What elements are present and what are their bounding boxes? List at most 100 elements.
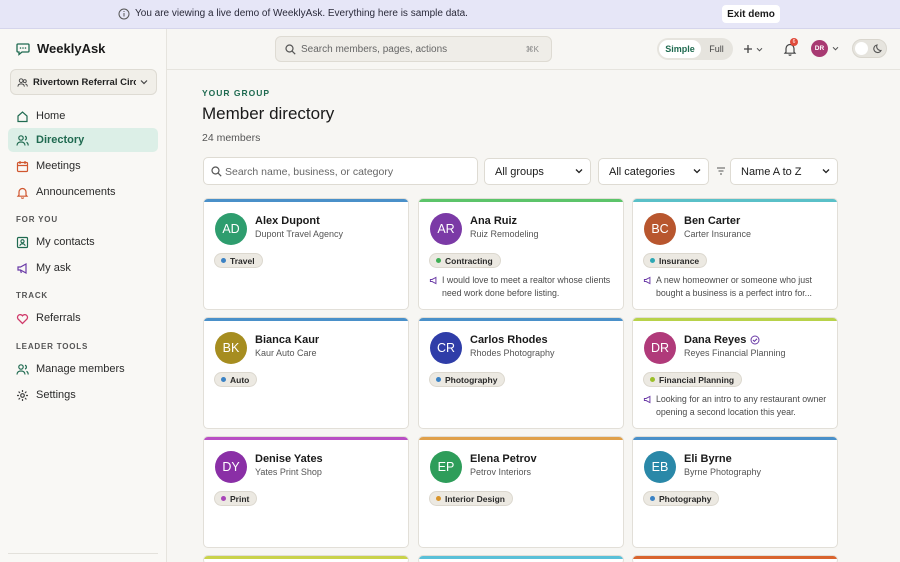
member-name[interactable]: Elena Petrov: [470, 453, 537, 465]
member-name[interactable]: Denise Yates: [255, 453, 323, 465]
avatar: AR: [430, 213, 462, 245]
member-card-partial[interactable]: [632, 555, 838, 562]
member-name[interactable]: Dana Reyes: [684, 334, 760, 346]
group-filter-select[interactable]: All groups: [484, 158, 591, 185]
category-tag[interactable]: Interior Design: [429, 491, 513, 506]
member-card[interactable]: AD Alex Dupont Dupont Travel Agency Travel: [203, 198, 409, 310]
info-icon: [118, 8, 130, 20]
card-stripe: [633, 437, 837, 440]
sort-select[interactable]: Name A to Z: [730, 158, 838, 185]
theme-toggle[interactable]: [852, 39, 887, 58]
search-shortcut: ⌘K: [525, 45, 539, 54]
megaphone-icon: [643, 276, 651, 285]
category-label: Auto: [230, 374, 250, 385]
card-stripe: [204, 318, 408, 321]
member-name-text: Bianca Kaur: [255, 334, 320, 346]
sidebar-item-settings[interactable]: Settings: [8, 383, 158, 407]
category-tag[interactable]: Financial Planning: [643, 372, 743, 387]
member-name[interactable]: Alex Dupont: [255, 215, 320, 227]
card-stripe: [204, 437, 408, 440]
member-card[interactable]: CR Carlos Rhodes Rhodes Photography Photogr…: [418, 317, 624, 429]
category-filter-select[interactable]: All categories: [598, 158, 709, 185]
people-icon: [16, 134, 29, 147]
app-name: WeeklyAsk: [37, 41, 106, 56]
sidebar-item-label: Referrals: [36, 312, 81, 324]
avatar: EP: [430, 451, 462, 483]
member-count: 24 members: [202, 132, 261, 144]
mode-simple-button[interactable]: Simple: [659, 40, 701, 58]
member-business: Reyes Financial Planning: [684, 348, 786, 358]
add-button[interactable]: [743, 41, 767, 57]
group-filter-value: All groups: [495, 165, 544, 178]
theme-toggle-knob: [855, 42, 868, 55]
sidebar-item-label: Manage members: [36, 363, 125, 375]
category-tag[interactable]: Auto: [214, 372, 258, 387]
member-card[interactable]: DR Dana Reyes Reyes Financial Planning Fina…: [632, 317, 838, 429]
member-card-partial[interactable]: [203, 555, 409, 562]
sidebar-item-my-contacts[interactable]: My contacts: [8, 230, 158, 254]
member-ask: A new homeowner or someone who just boug…: [643, 274, 833, 299]
category-dot: [650, 258, 655, 263]
sidebar: WeeklyAsk Rivertown Referral Circle Home…: [0, 29, 167, 562]
app-logo[interactable]: WeeklyAsk: [16, 41, 105, 56]
card-stripe: [419, 437, 623, 440]
member-business: Petrov Interiors: [470, 467, 532, 477]
group-selector[interactable]: Rivertown Referral Circle: [10, 69, 157, 95]
sidebar-item-meetings[interactable]: Meetings: [8, 154, 158, 178]
sidebar-item-directory[interactable]: Directory: [8, 128, 158, 152]
sidebar-item-announcements[interactable]: Announcements: [8, 180, 158, 204]
category-label: Photography: [659, 493, 712, 504]
search-icon: [211, 166, 222, 177]
member-business: Rhodes Photography: [470, 348, 555, 358]
avatar: DR: [644, 332, 676, 364]
global-search-placeholder: Search members, pages, actions: [301, 44, 448, 55]
sidebar-item-label: My contacts: [36, 236, 95, 248]
member-search-field: [203, 157, 478, 185]
member-name-text: Eli Byrne: [684, 453, 732, 465]
category-tag[interactable]: Photography: [643, 491, 720, 506]
category-tag[interactable]: Contracting: [429, 253, 501, 268]
exit-demo-button[interactable]: Exit demo: [722, 5, 780, 23]
mode-full-button[interactable]: Full: [702, 40, 731, 58]
member-card[interactable]: AR Ana Ruiz Ruiz Remodeling Contracting I wo…: [418, 198, 624, 310]
sidebar-item-manage-members[interactable]: Manage members: [8, 357, 158, 381]
member-business: Carter Insurance: [684, 229, 752, 239]
member-name[interactable]: Ana Ruiz: [470, 215, 517, 227]
category-tag[interactable]: Print: [214, 491, 258, 506]
category-tag[interactable]: Travel: [214, 253, 263, 268]
member-business: Dupont Travel Agency: [255, 229, 344, 239]
sidebar-item-label: My ask: [36, 262, 71, 274]
sidebar-item-label: Meetings: [36, 160, 81, 172]
people-gear-icon: [16, 363, 29, 376]
member-business: Yates Print Shop: [255, 467, 322, 477]
member-name[interactable]: Bianca Kaur: [255, 334, 319, 346]
category-tag[interactable]: Insurance: [643, 253, 708, 268]
user-menu[interactable]: DR: [811, 40, 839, 57]
member-card-partial[interactable]: [418, 555, 624, 562]
member-card[interactable]: DY Denise Yates Yates Print Shop Print: [203, 436, 409, 548]
category-label: Financial Planning: [659, 374, 735, 385]
sidebar-item-label: Home: [36, 110, 66, 122]
category-label: Print: [230, 493, 250, 504]
member-name[interactable]: Carlos Rhodes: [470, 334, 548, 346]
sidebar-item-my-ask[interactable]: My ask: [8, 256, 158, 280]
member-card[interactable]: EB Eli Byrne Byrne Photography Photography: [632, 436, 838, 548]
category-tag[interactable]: Photography: [429, 372, 506, 387]
page-eyebrow: YOUR GROUP: [202, 88, 271, 98]
plus-icon: [744, 45, 752, 53]
category-label: Insurance: [659, 255, 700, 266]
avatar: BC: [644, 213, 676, 245]
member-card[interactable]: BK Bianca Kaur Kaur Auto Care Auto: [203, 317, 409, 429]
member-name[interactable]: Eli Byrne: [684, 453, 732, 465]
sidebar-item-label: Settings: [36, 389, 76, 401]
gear-icon: [16, 389, 29, 402]
sidebar-item-label: Directory: [36, 134, 85, 146]
sidebar-item-home[interactable]: Home: [8, 104, 158, 128]
sidebar-item-referrals[interactable]: Referrals: [8, 306, 158, 330]
member-search-input[interactable]: [225, 163, 470, 180]
member-name[interactable]: Ben Carter: [684, 215, 740, 227]
megaphone-icon: [429, 276, 437, 285]
member-card[interactable]: EP Elena Petrov Petrov Interiors Interior D…: [418, 436, 624, 548]
global-search[interactable]: Search members, pages, actions ⌘K: [275, 36, 552, 62]
member-card[interactable]: BC Ben Carter Carter Insurance Insurance A n…: [632, 198, 838, 310]
